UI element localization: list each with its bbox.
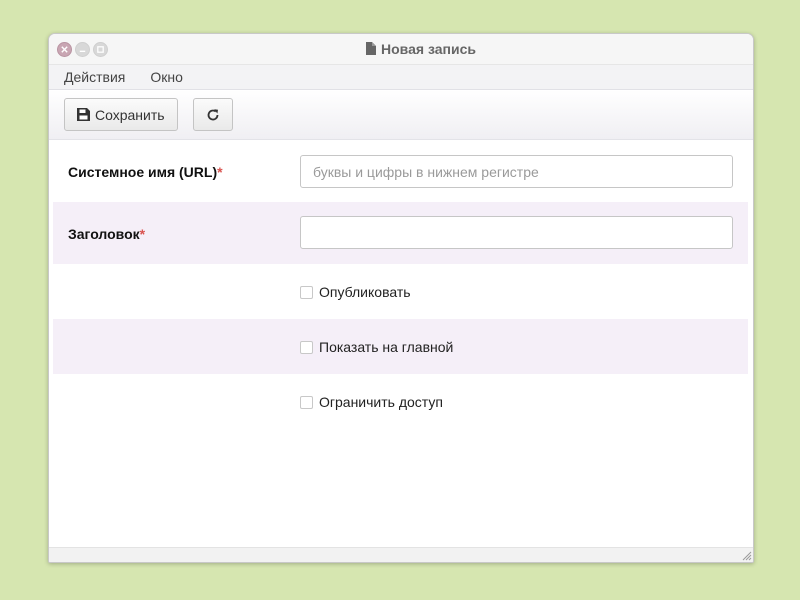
show-on-main-row: Показать на главной [53, 319, 748, 374]
slug-input[interactable] [300, 155, 733, 188]
title-label: Заголовок* [68, 226, 145, 242]
publish-checkbox[interactable] [300, 285, 313, 299]
publish-row: Опубликовать [53, 264, 748, 319]
show-on-main-option[interactable]: Показать на главной [300, 339, 453, 355]
window-title-text: Новая запись [381, 41, 476, 57]
publish-option[interactable]: Опубликовать [300, 284, 411, 300]
title-row: Заголовок* [53, 202, 748, 264]
app-window: Новая запись Действия Окно Сохранить Сис… [48, 33, 754, 563]
toolbar: Сохранить [49, 90, 753, 140]
save-button-label: Сохранить [95, 106, 165, 123]
resize-grip-icon[interactable] [741, 550, 752, 561]
menu-item-actions[interactable]: Действия [64, 69, 125, 85]
restrict-access-option[interactable]: Ограничить доступ [300, 394, 443, 410]
slug-row: Системное имя (URL)* [53, 140, 748, 202]
refresh-icon [207, 108, 218, 120]
restrict-access-row: Ограничить доступ [53, 374, 748, 429]
save-button[interactable]: Сохранить [64, 98, 178, 131]
slug-label-text: Системное имя (URL) [68, 164, 218, 180]
title-label-text: Заголовок [68, 226, 140, 242]
status-bar [49, 547, 753, 562]
file-icon [366, 42, 377, 58]
slug-label: Системное имя (URL)* [68, 164, 223, 180]
floppy-disk-icon [77, 108, 90, 121]
menu-item-window[interactable]: Окно [150, 69, 183, 85]
restrict-access-checkbox[interactable] [300, 395, 313, 409]
menu-bar: Действия Окно [49, 65, 753, 90]
restrict-access-label: Ограничить доступ [319, 394, 443, 410]
show-on-main-label: Показать на главной [319, 339, 454, 355]
publish-label: Опубликовать [319, 284, 411, 300]
title-bar[interactable]: Новая запись [49, 34, 753, 65]
required-mark: * [139, 226, 146, 242]
refresh-button[interactable] [192, 98, 233, 131]
title-input[interactable] [300, 216, 733, 249]
window-title: Новая запись [49, 41, 753, 58]
required-mark: * [217, 164, 223, 180]
show-on-main-checkbox[interactable] [300, 340, 313, 354]
